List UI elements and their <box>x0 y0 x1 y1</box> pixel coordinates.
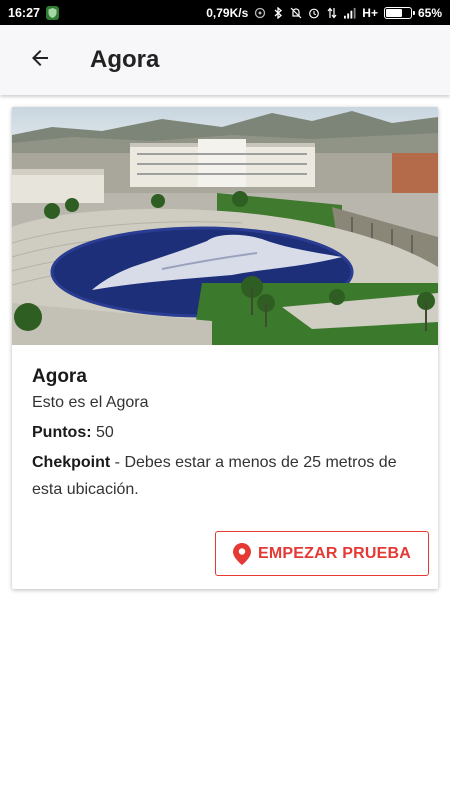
network-type: H+ <box>362 5 378 20</box>
checkpoint-row: Chekpoint - Debes estar a menos de 25 me… <box>32 449 418 503</box>
signal-icon <box>344 7 356 19</box>
battery-icon <box>383 6 415 19</box>
card-subtitle: Esto es el Agora <box>32 394 149 411</box>
back-button[interactable] <box>20 40 60 80</box>
card-title: Agora <box>32 366 87 387</box>
checkpoint-label: Chekpoint <box>32 454 111 471</box>
points-row: Puntos: 50 <box>32 419 418 446</box>
shield-icon <box>46 5 60 20</box>
alarm-icon <box>308 7 320 19</box>
arrow-back-icon <box>28 46 52 75</box>
network-speed: 0,79K/s <box>206 5 249 20</box>
app-bar: Agora <box>0 25 450 95</box>
page-title: Agora <box>90 46 160 73</box>
battery-level <box>385 8 402 17</box>
data-arrows-icon <box>326 7 338 19</box>
bluetooth-icon <box>272 6 284 19</box>
battery-percentage: 65% <box>417 5 442 20</box>
points-label: Puntos: <box>32 424 92 441</box>
start-test-button[interactable]: EMPEZAR PRUEBA <box>215 531 429 576</box>
location-card: Agora Esto es el Agora Puntos: 50 Chekpo… <box>12 107 438 589</box>
location-image <box>12 107 438 345</box>
status-indicators: 0,79K/s H+ 65% <box>206 6 442 20</box>
points-value: 50 <box>96 424 114 441</box>
status-time: 16:27 <box>8 5 40 20</box>
mute-icon <box>290 7 302 19</box>
location-pin-icon <box>232 542 251 565</box>
start-test-label: EMPEZAR PRUEBA <box>257 544 412 562</box>
card-body: Agora Esto es el Agora Puntos: 50 Chekpo… <box>12 345 438 503</box>
vpn-icon <box>254 7 266 19</box>
status-bar: 16:27 0,79K/s H+ 65% <box>0 0 450 25</box>
